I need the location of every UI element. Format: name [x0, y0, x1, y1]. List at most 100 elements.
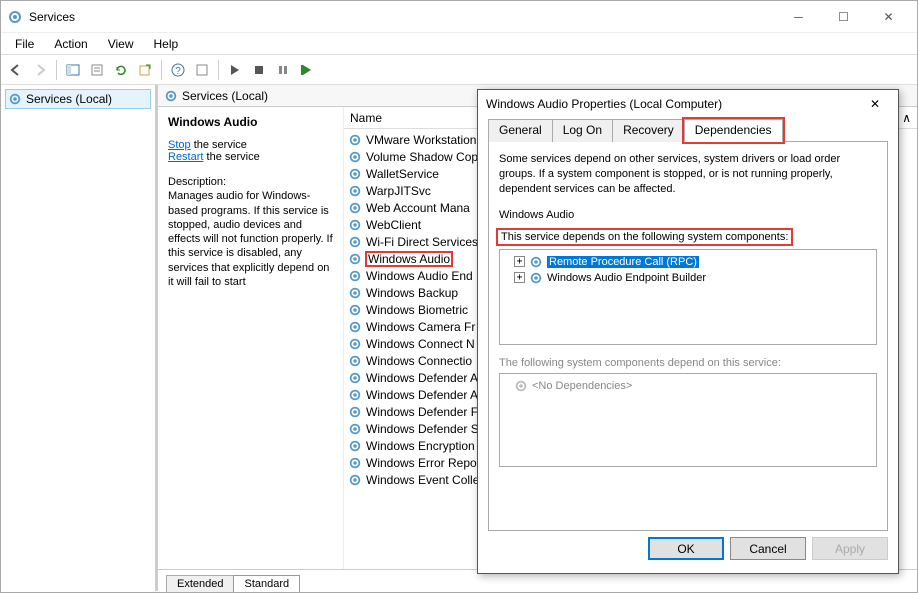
gear-icon: [348, 150, 362, 164]
services-icon: [7, 9, 23, 25]
properties-dialog: Windows Audio Properties (Local Computer…: [477, 89, 899, 574]
dependencies-note: Some services depend on other services, …: [499, 152, 877, 197]
tree-item-label: Services (Local): [26, 92, 112, 106]
pane-header: Services (Local): [182, 89, 268, 103]
service-name: Windows Biometric: [366, 303, 468, 317]
service-name: Windows Defender A: [366, 388, 478, 402]
gear-icon: [514, 379, 528, 393]
selected-service-title: Windows Audio: [168, 115, 333, 129]
gear-icon: [164, 89, 178, 103]
maximize-button[interactable]: ☐: [821, 2, 866, 32]
service-name: Windows Audio End: [366, 269, 473, 283]
tab-extended[interactable]: Extended: [166, 575, 234, 592]
depends-on-label: This service depends on the following sy…: [499, 231, 790, 243]
gear-icon: [348, 405, 362, 419]
gear-icon: [529, 271, 543, 285]
tree-item-audio-endpoint[interactable]: + Windows Audio Endpoint Builder: [504, 270, 872, 286]
cancel-button[interactable]: Cancel: [730, 537, 806, 560]
tab-logon[interactable]: Log On: [552, 119, 613, 142]
dependents-label: The following system components depend o…: [499, 357, 877, 369]
gear-icon: [348, 167, 362, 181]
gear-icon: [348, 354, 362, 368]
service-name: Wi-Fi Direct Services: [366, 235, 478, 249]
tab-general[interactable]: General: [488, 119, 553, 142]
gear-icon: [529, 255, 543, 269]
stop-link[interactable]: Stop: [168, 139, 191, 151]
tree-item-label: Windows Audio Endpoint Builder: [547, 272, 706, 284]
tab-recovery[interactable]: Recovery: [612, 119, 685, 142]
window-title: Services: [29, 10, 776, 24]
tree-item-label: <No Dependencies>: [532, 380, 632, 392]
gear-icon: [348, 218, 362, 232]
gear-icon: [348, 235, 362, 249]
gear-icon: [348, 456, 362, 470]
tree-item-no-deps: <No Dependencies>: [504, 378, 872, 394]
gear-icon: [348, 371, 362, 385]
service-name: Windows Connectio: [366, 354, 472, 368]
service-name-label: Windows Audio: [499, 209, 877, 221]
depends-on-tree[interactable]: + Remote Procedure Call (RPC) + Windows …: [499, 249, 877, 345]
dialog-tabs: General Log On Recovery Dependencies: [488, 118, 888, 142]
gear-icon: [348, 473, 362, 487]
service-name: Windows Defender A: [366, 371, 478, 385]
gear-icon: [348, 303, 362, 317]
minimize-button[interactable]: ─: [776, 2, 821, 32]
dialog-close-button[interactable]: ✕: [860, 94, 890, 114]
tree-item-services-local[interactable]: Services (Local): [5, 89, 151, 109]
ok-button[interactable]: OK: [648, 537, 724, 560]
menu-view[interactable]: View: [100, 35, 142, 53]
tree-pane: Services (Local): [1, 85, 156, 591]
play-button[interactable]: [224, 59, 246, 81]
gear-icon: [348, 184, 362, 198]
export-button[interactable]: [134, 59, 156, 81]
tab-standard[interactable]: Standard: [233, 575, 300, 592]
service-name: Windows Audio: [366, 252, 452, 266]
back-button[interactable]: [5, 59, 27, 81]
restart-link[interactable]: Restart: [168, 151, 203, 163]
service-name: Web Account Mana: [366, 201, 470, 215]
pause-button[interactable]: [272, 59, 294, 81]
close-button[interactable]: ✕: [866, 2, 911, 32]
help-button[interactable]: ?: [167, 59, 189, 81]
gear-icon: [348, 388, 362, 402]
service-name: Windows Defender S: [366, 422, 479, 436]
menu-help[interactable]: Help: [146, 35, 187, 53]
refresh-button[interactable]: [110, 59, 132, 81]
dialog-title: Windows Audio Properties (Local Computer…: [486, 97, 860, 111]
forward-button[interactable]: [29, 59, 51, 81]
show-hide-tree-button[interactable]: [62, 59, 84, 81]
service-name: Windows Camera Fr: [366, 320, 475, 334]
service-name: Volume Shadow Cop: [366, 150, 478, 164]
service-name: WarpJITSvc: [366, 184, 431, 198]
help2-button[interactable]: [191, 59, 213, 81]
service-name: Windows Event Colle: [366, 473, 479, 487]
restart-button[interactable]: [296, 59, 318, 81]
service-name: Windows Error Repo: [366, 456, 477, 470]
gear-icon: [348, 133, 362, 147]
menu-action[interactable]: Action: [46, 35, 95, 53]
gear-icon: [348, 252, 362, 266]
sort-indicator-icon: ∧: [902, 111, 911, 125]
tree-item-rpc[interactable]: + Remote Procedure Call (RPC): [504, 254, 872, 270]
gear-icon: [348, 320, 362, 334]
service-name: Windows Defender F: [366, 405, 478, 419]
dialog-titlebar: Windows Audio Properties (Local Computer…: [478, 90, 898, 118]
tree-item-label: Remote Procedure Call (RPC): [547, 256, 699, 268]
service-name: Windows Connect N: [366, 337, 475, 351]
service-name: Windows Backup: [366, 286, 458, 300]
stop-button[interactable]: [248, 59, 270, 81]
expand-icon[interactable]: +: [514, 256, 525, 267]
tab-dependencies[interactable]: Dependencies: [684, 119, 783, 142]
service-name: VMware Workstation: [366, 133, 476, 147]
gear-icon: [348, 201, 362, 215]
apply-button[interactable]: Apply: [812, 537, 888, 560]
dependents-tree[interactable]: <No Dependencies>: [499, 373, 877, 467]
menubar: File Action View Help: [1, 33, 917, 55]
svg-text:?: ?: [175, 66, 181, 77]
properties-button[interactable]: [86, 59, 108, 81]
service-name: Windows Encryption: [366, 439, 475, 453]
menu-file[interactable]: File: [7, 35, 42, 53]
gear-icon: [348, 269, 362, 283]
toolbar: ?: [1, 55, 917, 85]
expand-icon[interactable]: +: [514, 272, 525, 283]
